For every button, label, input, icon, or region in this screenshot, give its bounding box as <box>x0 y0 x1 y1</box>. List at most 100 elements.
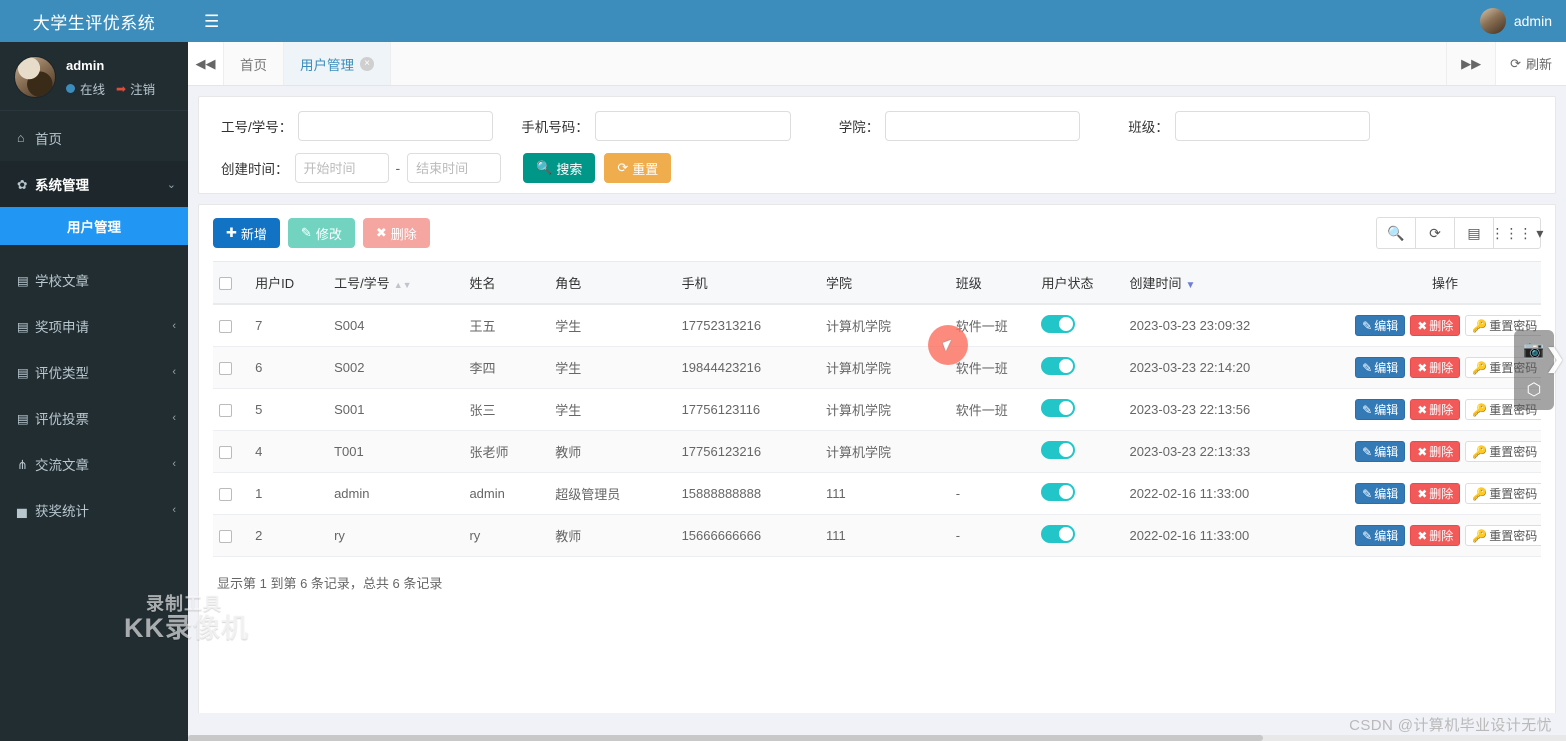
search-row-2: 创建时间： - 🔍 搜索 ⟳ 重置 <box>213 153 1541 183</box>
refresh-icon[interactable]: ⟳ <box>1415 217 1455 249</box>
row-edit-button[interactable]: ✎ 编辑 <box>1355 483 1406 504</box>
row-delete-button[interactable]: ✖ 删除 <box>1410 399 1461 420</box>
row-delete-button[interactable]: ✖ 删除 <box>1410 525 1461 546</box>
field-label: 手机号码： <box>521 120 589 135</box>
search-icon[interactable]: 🔍 <box>1376 217 1416 249</box>
table-row[interactable]: 1 admin admin 超级管理员 15888888888 111-2022-02-1… <box>213 472 1541 515</box>
table-row[interactable]: 7 S004 王五 学生 17752313216 计算机学院 软件一班 2023-03-23 … <box>213 304 1541 347</box>
sidebar-item-award-apply[interactable]: ▤ 奖项申请 ‹ <box>0 303 188 349</box>
table-row[interactable]: 6 S002 李四 学生 19844423216 计算机学院 软件一班 2023-03-23 … <box>213 346 1541 389</box>
scrollbar-thumb[interactable] <box>188 735 1263 741</box>
row-delete-button[interactable]: ✖ 删除 <box>1410 357 1461 378</box>
cell-name: 李四 <box>463 346 550 389</box>
table-row[interactable]: 4 T001 张老师 教师 17756123216 计算机学院 2023-03-23 22:… <box>213 430 1541 473</box>
search-button[interactable]: 🔍 搜索 <box>523 153 596 183</box>
status-toggle[interactable] <box>1041 357 1076 375</box>
employee-number-input[interactable] <box>298 111 494 141</box>
sidebar-item-communication-article[interactable]: ⋔ 交流文章 ‹ <box>0 441 188 487</box>
row-checkbox-cell <box>213 388 250 431</box>
hamburger-icon[interactable]: ☰ <box>188 13 235 30</box>
add-button-label: 新增 <box>240 226 267 242</box>
sidebar-item-home[interactable]: ⌂ 首页 <box>0 115 188 161</box>
sidebar-item-evaluation-vote[interactable]: ▤ 评优投票 ‹ <box>0 395 188 441</box>
tab-bar-actions: ▶▶ ⟳ 刷新 <box>1446 42 1566 85</box>
list-icon[interactable]: ▤ <box>1454 217 1494 249</box>
horizontal-scrollbar[interactable] <box>188 735 1566 741</box>
tab-home[interactable]: 首页 <box>224 42 284 85</box>
row-delete-button[interactable]: ✖ 删除 <box>1410 483 1461 504</box>
college-input[interactable] <box>885 111 1081 141</box>
times-icon: ✖ <box>1417 528 1428 543</box>
row-checkbox[interactable] <box>219 404 232 418</box>
row-actions: ✎编辑✖删除🔑重置密码 <box>1355 483 1541 504</box>
status-toggle[interactable] <box>1041 525 1076 543</box>
row-checkbox[interactable] <box>219 362 232 376</box>
field-phone: 手机号码： <box>521 111 791 141</box>
field-label: 工号/学号： <box>221 120 293 135</box>
double-chevron-right-icon[interactable]: ▶▶ <box>1446 42 1496 85</box>
row-checkbox[interactable] <box>219 320 232 334</box>
sidebar-gap <box>0 245 188 257</box>
cell-user-id: 7 <box>249 304 329 347</box>
row-delete-button[interactable]: ✖ 删除 <box>1410 441 1461 462</box>
row-edit-button[interactable]: ✎ 编辑 <box>1355 525 1406 546</box>
table-row[interactable]: 2 ry ry 教师 15666666666 111-2022-02-16 11:33:0… <box>213 514 1541 557</box>
cell-create-time: 2023-03-23 23:09:32 <box>1123 304 1350 347</box>
cell-create-time: 2022-02-16 11:33:00 <box>1123 472 1350 515</box>
sidebar-user-panel: admin 在线 ➡ 注销 <box>0 42 188 111</box>
add-button[interactable]: ✚ 新增 <box>213 218 280 248</box>
cell-user-status <box>1035 514 1124 557</box>
class-input[interactable] <box>1174 111 1370 141</box>
close-icon[interactable]: × <box>360 56 374 71</box>
app-logo[interactable]: 大学生评优系统 <box>0 0 188 42</box>
row-edit-button[interactable]: ✎ 编辑 <box>1355 315 1406 336</box>
tab-user-management[interactable]: 用户管理 × <box>284 42 391 85</box>
cell-actions: ✎编辑✖删除🔑重置密码 <box>1349 514 1541 557</box>
table-row[interactable]: 5 S001 张三 学生 17756123116 计算机学院 软件一班 2023-03-23 … <box>213 388 1541 431</box>
row-checkbox[interactable] <box>219 446 232 460</box>
row-edit-button[interactable]: ✎ 编辑 <box>1355 441 1406 462</box>
status-toggle[interactable] <box>1041 441 1076 459</box>
times-icon: ✖ <box>375 225 387 240</box>
columns-icon[interactable]: ⋮⋮⋮ ▾ <box>1491 217 1543 249</box>
refresh-icon: ⟳ <box>617 160 629 175</box>
chevron-right-icon[interactable]: ❯ <box>1544 345 1566 371</box>
sidebar-item-label: 评优类型 <box>35 366 89 381</box>
header-user-menu[interactable]: admin <box>1479 8 1566 34</box>
sidebar-item-award-statistics[interactable]: ▅ 获奖统计 ‹ <box>0 487 188 533</box>
sidebar-item-evaluation-type[interactable]: ▤ 评优类型 ‹ <box>0 349 188 395</box>
refresh-tab-button[interactable]: ⟳ 刷新 <box>1495 42 1566 85</box>
col-employee-number[interactable]: 工号/学号 ▲▼ <box>328 261 464 305</box>
create-time-start-input[interactable] <box>294 153 389 183</box>
row-reset-password-button[interactable]: 🔑重置密码 <box>1465 441 1541 462</box>
field-create-time: 创建时间： - <box>221 153 502 183</box>
key-icon: 🔑 <box>1472 402 1488 417</box>
row-edit-button[interactable]: ✎ 编辑 <box>1355 399 1406 420</box>
hex-plus-icon[interactable]: ⬡ <box>1527 380 1542 400</box>
sidebar-item-school-article[interactable]: ▤ 学校文章 <box>0 257 188 303</box>
sidebar-item-user-management[interactable]: 用户管理 <box>0 207 188 245</box>
double-chevron-left-icon[interactable]: ◀◀ <box>188 42 224 85</box>
status-toggle[interactable] <box>1041 399 1076 417</box>
row-delete-button[interactable]: ✖ 删除 <box>1410 315 1461 336</box>
cell-user-id: 6 <box>249 346 329 389</box>
cell-role: 学生 <box>549 346 676 389</box>
reset-button[interactable]: ⟳ 重置 <box>604 153 672 183</box>
col-create-time[interactable]: 创建时间 ▼ <box>1123 261 1350 305</box>
row-checkbox[interactable] <box>219 530 232 544</box>
row-reset-password-button[interactable]: 🔑重置密码 <box>1465 525 1541 546</box>
logout-button[interactable]: ➡ 注销 <box>116 79 155 98</box>
delete-button[interactable]: ✖ 删除 <box>362 218 430 248</box>
sidebar-item-system-management[interactable]: ✿ 系统管理 ⌄ <box>0 161 188 207</box>
row-reset-password-button[interactable]: 🔑重置密码 <box>1465 483 1541 504</box>
edit-button[interactable]: ✎ 修改 <box>287 218 355 248</box>
row-checkbox[interactable] <box>219 488 232 502</box>
camera-icon[interactable]: 📷 <box>1523 340 1544 360</box>
row-edit-button[interactable]: ✎ 编辑 <box>1355 357 1406 378</box>
select-all-checkbox[interactable] <box>219 277 232 291</box>
create-time-end-input[interactable] <box>407 153 502 183</box>
cell-college: 计算机学院 <box>819 388 950 431</box>
status-toggle[interactable] <box>1041 483 1076 501</box>
phone-input[interactable] <box>594 111 791 141</box>
status-toggle[interactable] <box>1041 315 1076 333</box>
